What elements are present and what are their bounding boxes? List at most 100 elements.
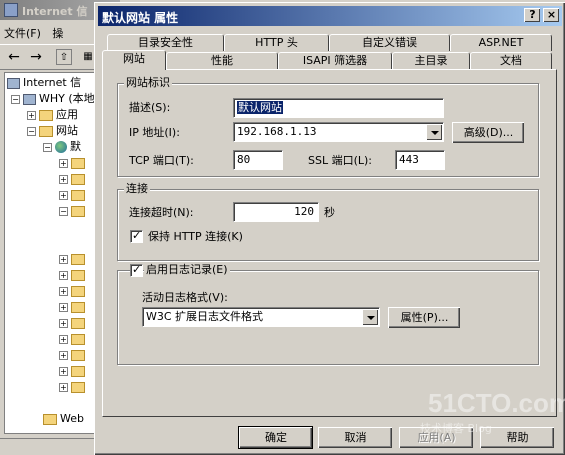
timeout-unit: 秒 (324, 206, 335, 219)
expand-icon[interactable]: + (59, 318, 68, 328)
folder-icon (39, 125, 53, 137)
tree-node-child[interactable]: + (59, 347, 88, 363)
expand-icon[interactable]: + (27, 110, 36, 120)
tree-node-child[interactable]: + (59, 331, 88, 347)
expand-icon[interactable]: + (59, 190, 68, 200)
tree-node-child[interactable]: + (59, 363, 88, 379)
tree-node-root[interactable]: Internet 信 (7, 75, 81, 91)
logging-group: 启用日志记录(E) 活动日志格式(V): W3C 扩展日志文件格式 属性(P).… (117, 263, 539, 365)
tcp-port-field[interactable]: 80 (233, 150, 283, 170)
expand-icon[interactable]: + (59, 174, 68, 184)
tab-isapi-filters[interactable]: ISAPI 筛选器 (278, 52, 392, 69)
collapse-icon[interactable]: − (11, 94, 20, 104)
expand-icon[interactable]: + (59, 350, 68, 360)
forward-arrow-icon[interactable]: → (28, 49, 44, 65)
folder-icon (43, 413, 57, 425)
iis-manager-title: Internet 信 (22, 5, 88, 18)
expand-icon[interactable]: + (59, 366, 68, 376)
tree-node-app-pools[interactable]: + 应用 (27, 107, 78, 123)
ssl-port-field[interactable]: 443 (395, 150, 445, 170)
identity-group-title: 网站标识 (124, 76, 172, 90)
log-properties-button[interactable]: 属性(P)... (388, 307, 460, 328)
ip-address-combo[interactable]: 192.168.1.13 (233, 122, 444, 142)
tree-node-child[interactable]: + (59, 315, 88, 331)
expand-icon[interactable]: + (59, 270, 68, 280)
folder-icon (71, 349, 85, 361)
folder-icon (71, 205, 85, 217)
expand-icon[interactable]: + (59, 334, 68, 344)
folder-icon (71, 333, 85, 345)
collapse-icon[interactable]: − (43, 142, 52, 152)
enable-logging-label[interactable]: 启用日志记录(E) (144, 263, 230, 277)
expand-icon[interactable]: + (59, 158, 68, 168)
log-format-combo[interactable]: W3C 扩展日志文件格式 (142, 307, 380, 327)
tree-node-websites[interactable]: − 网站 (27, 123, 78, 139)
folder-icon (71, 269, 85, 281)
connections-group: 连接 连接超时(N): 120 秒 保持 HTTP 连接(K) (117, 182, 539, 261)
tree-node-child[interactable]: + (59, 187, 88, 203)
keepalive-label[interactable]: 保持 HTTP 连接(K) (148, 230, 243, 244)
tree-node-child[interactable]: − (59, 203, 88, 219)
tab-documents[interactable]: 文档 (470, 52, 552, 69)
tab-website[interactable]: 网站 (102, 50, 166, 70)
dialog-title: 默认网站 属性 (102, 11, 179, 25)
collapse-icon[interactable]: − (27, 126, 36, 136)
identity-group: 网站标识 描述(S): 默认网站 IP 地址(I): 192.168.1.13 … (117, 76, 539, 177)
advanced-button[interactable]: 高级(D)... (452, 122, 524, 143)
tree-node-child[interactable]: + (59, 155, 88, 171)
iis-app-icon (4, 3, 18, 17)
description-field[interactable]: 默认网站 (233, 98, 444, 118)
tree-node-child[interactable]: + (59, 299, 88, 315)
tree-node-child[interactable]: + (59, 251, 88, 267)
ok-button[interactable]: 确定 (238, 426, 313, 449)
up-folder-icon[interactable]: ⇧ (56, 49, 72, 65)
ssl-port-label: SSL 端口(L): (308, 154, 373, 167)
tab-directory-security[interactable]: 目录安全性 (107, 34, 224, 51)
expand-icon[interactable]: + (59, 254, 68, 264)
chevron-down-icon[interactable] (362, 309, 378, 325)
collapse-icon[interactable]: − (59, 206, 68, 216)
tree-node-default-site[interactable]: − 默 (43, 139, 81, 155)
folder-icon (71, 301, 85, 313)
tree-node-child[interactable]: + (59, 267, 88, 283)
tab-aspnet[interactable]: ASP.NET (450, 34, 552, 51)
menu-file[interactable]: 文件(F) (4, 27, 41, 40)
connections-group-title: 连接 (124, 182, 150, 196)
computer-icon (7, 77, 20, 89)
cancel-button[interactable]: 取消 (318, 427, 392, 448)
back-arrow-icon[interactable]: ← (6, 49, 22, 65)
chevron-down-icon[interactable] (426, 124, 442, 140)
tree-node-child[interactable]: + (59, 283, 88, 299)
tree-node-server[interactable]: − WHY (本地 (11, 91, 95, 107)
timeout-field[interactable]: 120 (233, 202, 319, 222)
expand-icon[interactable]: + (59, 286, 68, 296)
iis-menubar: 文件(F) 操 (0, 22, 100, 42)
tab-http-headers[interactable]: HTTP 头 (224, 34, 329, 51)
close-button[interactable]: × (543, 8, 559, 22)
expand-icon[interactable]: + (59, 302, 68, 312)
dialog-titlebar[interactable]: 默认网站 属性 ? × (98, 6, 562, 26)
folder-icon (71, 381, 85, 393)
folder-icon (71, 189, 85, 201)
folder-icon (71, 365, 85, 377)
expand-icon[interactable]: + (59, 382, 68, 392)
tab-custom-errors[interactable]: 自定义错误 (329, 34, 450, 51)
folder-icon (71, 285, 85, 297)
enable-logging-checkbox[interactable] (130, 263, 143, 277)
tab-performance[interactable]: 性能 (166, 52, 278, 69)
folder-icon (71, 253, 85, 265)
description-label: 描述(S): (129, 101, 171, 114)
ip-address-label: IP 地址(I): (129, 126, 180, 139)
tree-node-web-ext[interactable]: Web (43, 411, 84, 427)
tree-node-child[interactable]: + (59, 379, 88, 395)
log-format-label: 活动日志格式(V): (142, 291, 228, 304)
tab-home-directory[interactable]: 主目录 (392, 52, 470, 69)
help-title-button[interactable]: ? (524, 8, 540, 22)
website-properties-dialog: 默认网站 属性 ? × 目录安全性 HTTP 头 自定义错误 ASP.NET 网… (94, 2, 565, 455)
tcp-port-label: TCP 端口(T): (129, 154, 194, 167)
menu-action[interactable]: 操 (52, 27, 63, 40)
tree-node-child[interactable]: + (59, 171, 88, 187)
keepalive-checkbox[interactable] (130, 229, 143, 243)
folder-icon (71, 317, 85, 329)
iis-tree-panel: Internet 信 − WHY (本地 + 应用 − 网站 − 默 + + + − +… (4, 72, 96, 434)
